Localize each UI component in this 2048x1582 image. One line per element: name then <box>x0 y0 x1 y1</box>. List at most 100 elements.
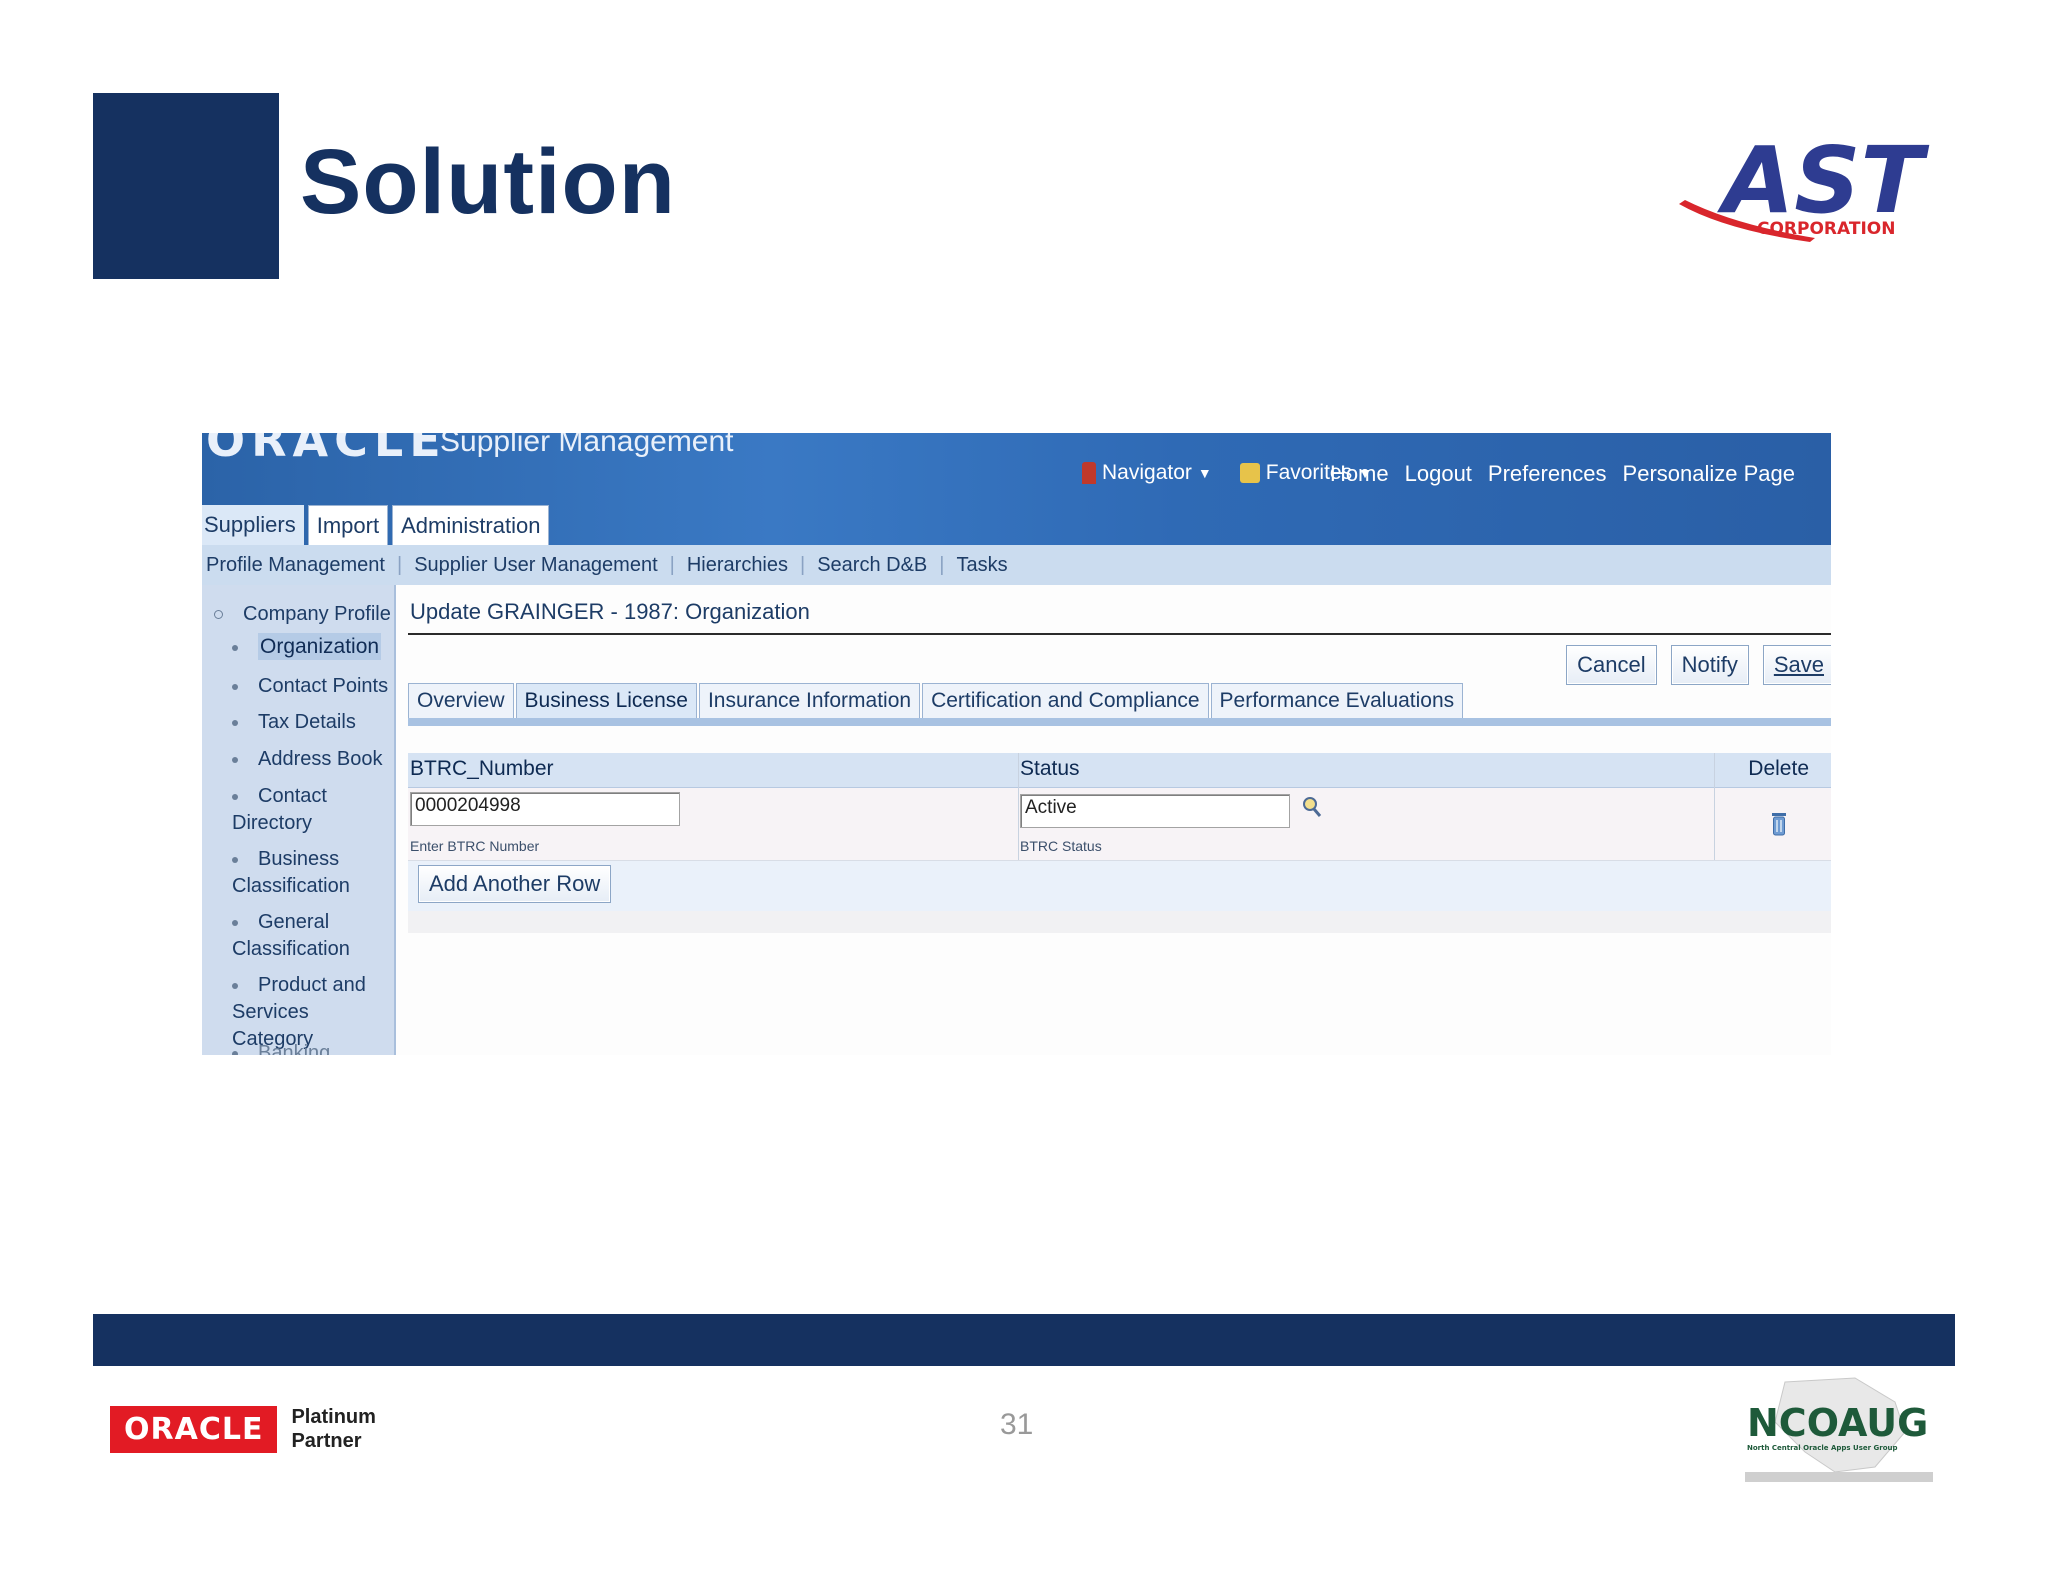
sidebar-item-label: Product and Services Category <box>232 974 366 1050</box>
sidebar-item-contact-points[interactable]: Contact Points <box>232 673 388 700</box>
slide-title: Solution <box>300 131 676 233</box>
bullet-icon <box>232 919 238 926</box>
tab-administration[interactable]: Administration <box>392 505 550 546</box>
bullet-icon <box>232 756 238 763</box>
table-header: BTRC_Number Status Delete <box>408 753 1831 788</box>
ncoaug-logo: NCOAUG North Central Oracle Apps User Gr… <box>1745 1377 1933 1482</box>
sidebar-item-label: Contact Directory <box>232 785 327 834</box>
subnav-separator: | <box>396 553 403 576</box>
subtab-insurance-information[interactable]: Insurance Information <box>698 683 921 718</box>
subnav-tasks[interactable]: Tasks <box>956 554 1007 577</box>
page-number: 31 <box>1000 1408 1034 1441</box>
column-header-status: Status <box>1020 757 1080 780</box>
subnav-search-dnb[interactable]: Search D&B <box>817 554 927 577</box>
svg-text:North Central Oracle Apps User: North Central Oracle Apps User Group <box>1747 1444 1898 1452</box>
subtab-performance-evaluations[interactable]: Performance Evaluations <box>1210 683 1464 718</box>
preferences-link[interactable]: Preferences <box>1488 461 1607 487</box>
logout-link[interactable]: Logout <box>1405 461 1472 487</box>
btrc-number-hint: Enter BTRC Number <box>410 838 540 854</box>
sidebar-item-label: Contact Points <box>258 675 389 697</box>
navigator-menu[interactable]: Navigator ▼ <box>1082 461 1212 485</box>
btrc-number-input[interactable]: 0000204998 <box>410 792 680 826</box>
column-header-delete: Delete <box>1748 757 1809 780</box>
table-row: 0000204998 Enter BTRC Number Active BTRC… <box>408 788 1831 861</box>
favorites-icon <box>1239 463 1260 483</box>
bullet-icon <box>232 856 238 863</box>
personalize-page-link[interactable]: Personalize Page <box>1623 461 1795 487</box>
oracle-logo-text: ORACLE <box>110 1405 278 1453</box>
save-button[interactable]: Save <box>1762 645 1831 685</box>
partner-label: Platinum Partner <box>291 1405 375 1453</box>
column-divider <box>1018 753 1019 860</box>
sidebar-item-label: Organization <box>258 633 382 660</box>
navigator-icon <box>1082 462 1096 484</box>
title-accent-block <box>93 93 279 279</box>
subtab-overview[interactable]: Overview <box>408 683 514 718</box>
svg-text:NCOAUG: NCOAUG <box>1747 1401 1928 1445</box>
subtab-certification-compliance[interactable]: Certification and Compliance <box>922 683 1209 718</box>
subnav-hierarchies[interactable]: Hierarchies <box>687 554 788 577</box>
sidebar-item-business-classification[interactable]: Business Classification <box>232 846 382 900</box>
tab-import[interactable]: Import <box>307 505 389 546</box>
subtab-business-license[interactable]: Business License <box>515 683 697 718</box>
sidebar-item-label: General Classification <box>232 911 350 960</box>
sidebar-item-partial[interactable]: Banking Details <box>232 1040 394 1055</box>
ast-corporation-logo: AST CORPORATION <box>1679 130 1929 242</box>
sidebar-item-general-classification[interactable]: General Classification <box>232 909 382 963</box>
sidebar-item-address-book[interactable]: Address Book <box>232 746 383 773</box>
side-navigation: Company Profile Organization Contact Poi… <box>202 585 396 1055</box>
table-footer: Add Another Row <box>408 861 1831 912</box>
column-header-btrc: BTRC_Number <box>410 757 554 780</box>
oracle-platinum-partner-logo: ORACLE Platinum Partner <box>110 1405 376 1453</box>
bullet-icon <box>232 982 238 989</box>
sidebar-item-contact-directory[interactable]: Contact Directory <box>232 783 382 837</box>
svg-text:CORPORATION: CORPORATION <box>1757 219 1895 239</box>
action-buttons: Cancel Notify Save <box>1566 645 1831 685</box>
sidebar-company-profile[interactable]: Company Profile <box>214 601 391 628</box>
subtab-underline-bar <box>408 718 1831 726</box>
sidebar-item-label: Business Classification <box>232 848 350 897</box>
main-content: Update GRAINGER - 1987: Organization Can… <box>408 585 1831 1055</box>
sidebar-item-tax-details[interactable]: Tax Details <box>232 709 356 736</box>
oracle-brand: ORACLE <box>206 433 447 467</box>
module-title: Supplier Management <box>440 433 734 458</box>
subnav-separator: | <box>669 553 675 576</box>
top-tabs: Suppliers Import Administration <box>202 505 550 546</box>
page-title: Update GRAINGER - 1987: Organization <box>410 599 810 624</box>
subtabs: Overview Business License Insurance Info… <box>408 683 1464 718</box>
sidebar-item-organization[interactable]: Organization <box>232 633 382 661</box>
status-input[interactable]: Active <box>1020 794 1290 828</box>
app-header: ORACLE Supplier Management Navigator ▼ F… <box>202 433 1831 546</box>
sidebar-item-label: Company Profile <box>243 603 391 625</box>
subnav: Profile Management | Supplier User Manag… <box>202 545 1831 585</box>
bullet-icon <box>232 1050 238 1055</box>
column-divider <box>1714 753 1715 860</box>
navigator-favorites: Navigator ▼ Favorites ▼ <box>1082 461 1372 485</box>
sidebar-item-label: Tax Details <box>258 711 356 733</box>
subnav-supplier-user-management[interactable]: Supplier User Management <box>414 554 657 577</box>
table-footer-band <box>408 911 1831 933</box>
bullet-icon <box>232 644 238 651</box>
navigator-label: Navigator <box>1102 461 1192 484</box>
cancel-button[interactable]: Cancel <box>1566 645 1657 685</box>
sidebar-item-label: Address Book <box>258 748 383 770</box>
status-hint: BTRC Status <box>1020 838 1102 854</box>
trash-icon[interactable] <box>1771 810 1787 836</box>
subnav-separator: | <box>800 553 806 576</box>
tab-suppliers[interactable]: Suppliers <box>202 505 304 545</box>
partner-line-1: Platinum <box>291 1406 376 1428</box>
sidebar-item-label: Banking Details <box>258 1042 331 1055</box>
bullet-icon <box>232 793 238 800</box>
notify-button[interactable]: Notify <box>1670 645 1749 685</box>
circle-bullet-icon <box>214 610 223 620</box>
footer-bar <box>93 1314 1955 1366</box>
subnav-separator: | <box>939 553 945 576</box>
search-icon[interactable] <box>1302 796 1322 818</box>
add-another-row-button[interactable]: Add Another Row <box>418 865 612 903</box>
partner-line-2: Partner <box>291 1430 362 1452</box>
supplier-management-screenshot: ORACLE Supplier Management Navigator ▼ F… <box>202 433 1831 1055</box>
chevron-down-icon: ▼ <box>1197 465 1212 481</box>
subnav-profile-management[interactable]: Profile Management <box>202 554 385 577</box>
bullet-icon <box>232 683 238 690</box>
home-link[interactable]: Home <box>1330 461 1389 487</box>
